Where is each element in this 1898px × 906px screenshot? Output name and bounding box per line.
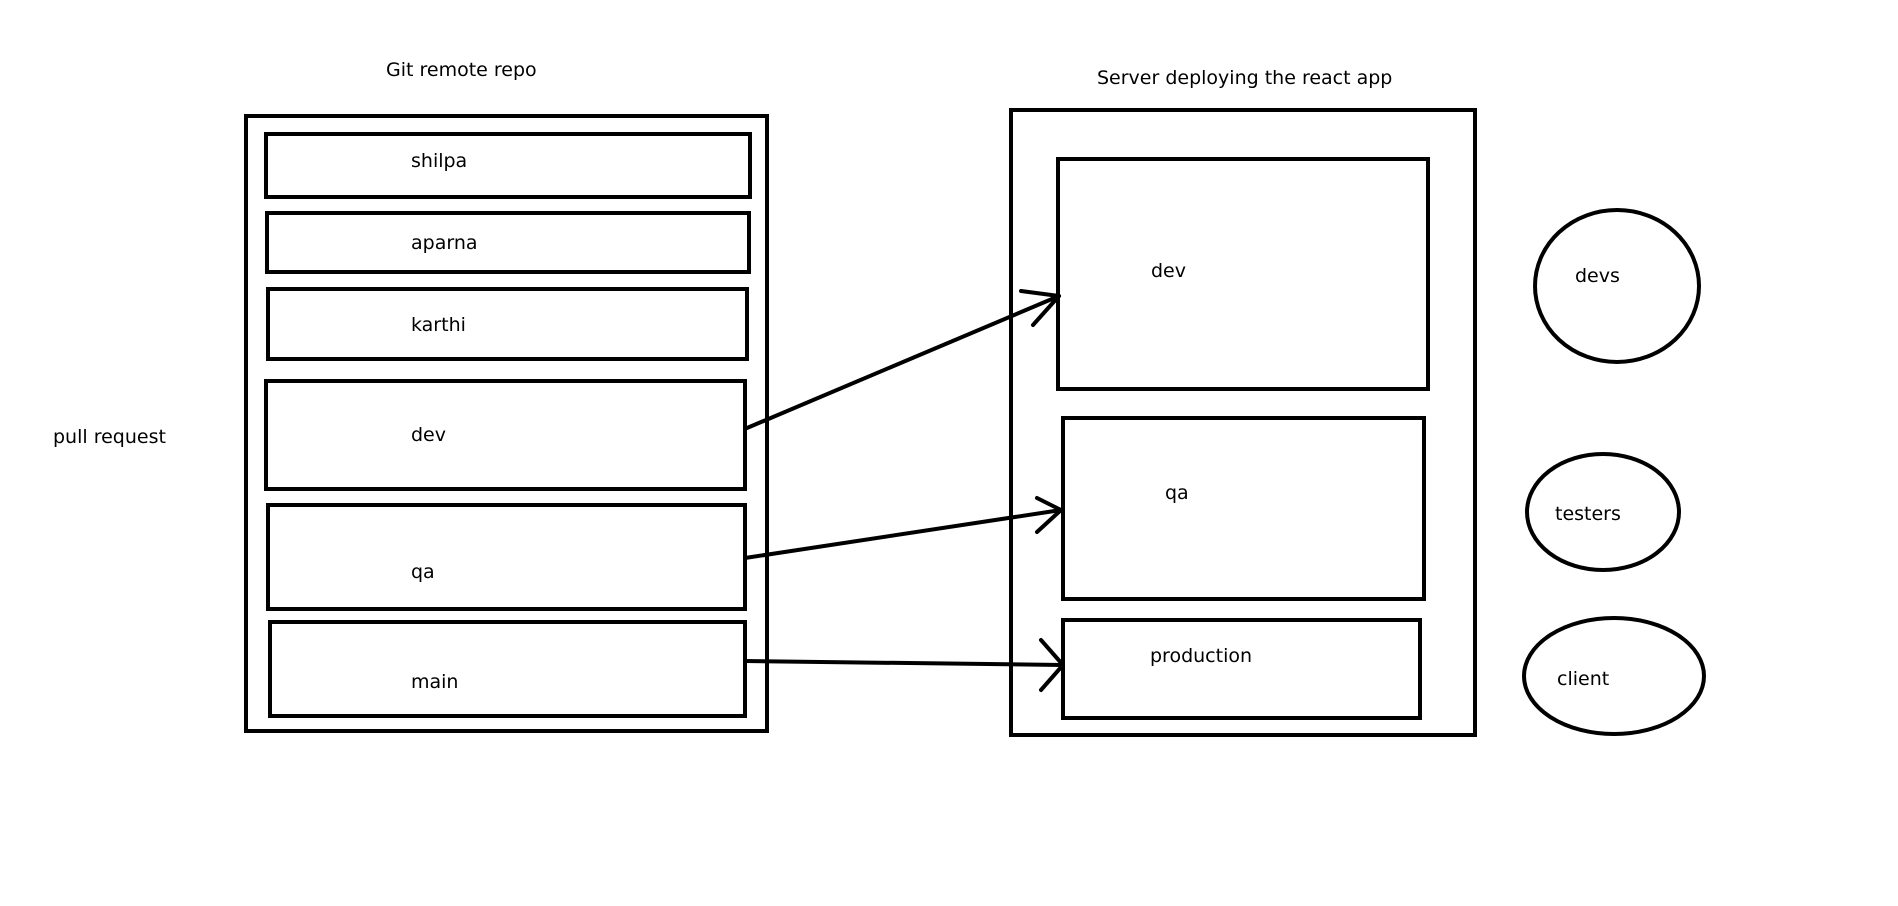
branch-box-aparna xyxy=(265,211,751,274)
env-label-production: production xyxy=(1150,645,1252,667)
branch-label-dev: dev xyxy=(411,424,446,446)
server-container xyxy=(1009,108,1477,737)
branch-label-shilpa: shilpa xyxy=(411,150,467,172)
arrow-main-to-production xyxy=(743,659,1065,667)
audiences: devs testers client xyxy=(1522,208,1706,736)
branch-label-main: main xyxy=(411,671,458,693)
branch-box-main xyxy=(268,620,747,718)
arrow-qa-to-qa xyxy=(743,508,1063,560)
pull-request-label: pull request xyxy=(53,426,166,448)
repo-title: Git remote repo xyxy=(386,59,537,81)
env-label-qa: qa xyxy=(1165,482,1189,504)
deployment-diagram: pull request Git remote repo shilpa apar… xyxy=(53,59,1706,737)
deployment-server: Server deploying the react app dev qa pr… xyxy=(1009,67,1477,737)
audience-label-devs: devs xyxy=(1575,265,1620,287)
repo-container xyxy=(244,114,769,733)
env-box-production xyxy=(1061,618,1422,720)
audience-label-client: client xyxy=(1557,668,1609,690)
env-label-dev: dev xyxy=(1151,260,1186,282)
branch-box-qa xyxy=(266,503,747,611)
env-box-dev xyxy=(1056,157,1430,391)
branch-label-qa: qa xyxy=(411,561,435,583)
branch-label-aparna: aparna xyxy=(411,232,478,254)
audience-label-testers: testers xyxy=(1555,503,1621,525)
audience-ellipse-client xyxy=(1522,616,1706,736)
branch-label-karthi: karthi xyxy=(411,314,466,336)
branch-box-shilpa xyxy=(264,132,752,199)
server-title: Server deploying the react app xyxy=(1097,67,1392,89)
branch-box-karthi xyxy=(266,287,749,361)
env-box-qa xyxy=(1061,416,1426,601)
deploy-arrows xyxy=(743,289,1065,692)
branch-box-dev xyxy=(264,379,747,491)
git-remote-repo: Git remote repo shilpa aparna karthi dev… xyxy=(244,59,769,733)
